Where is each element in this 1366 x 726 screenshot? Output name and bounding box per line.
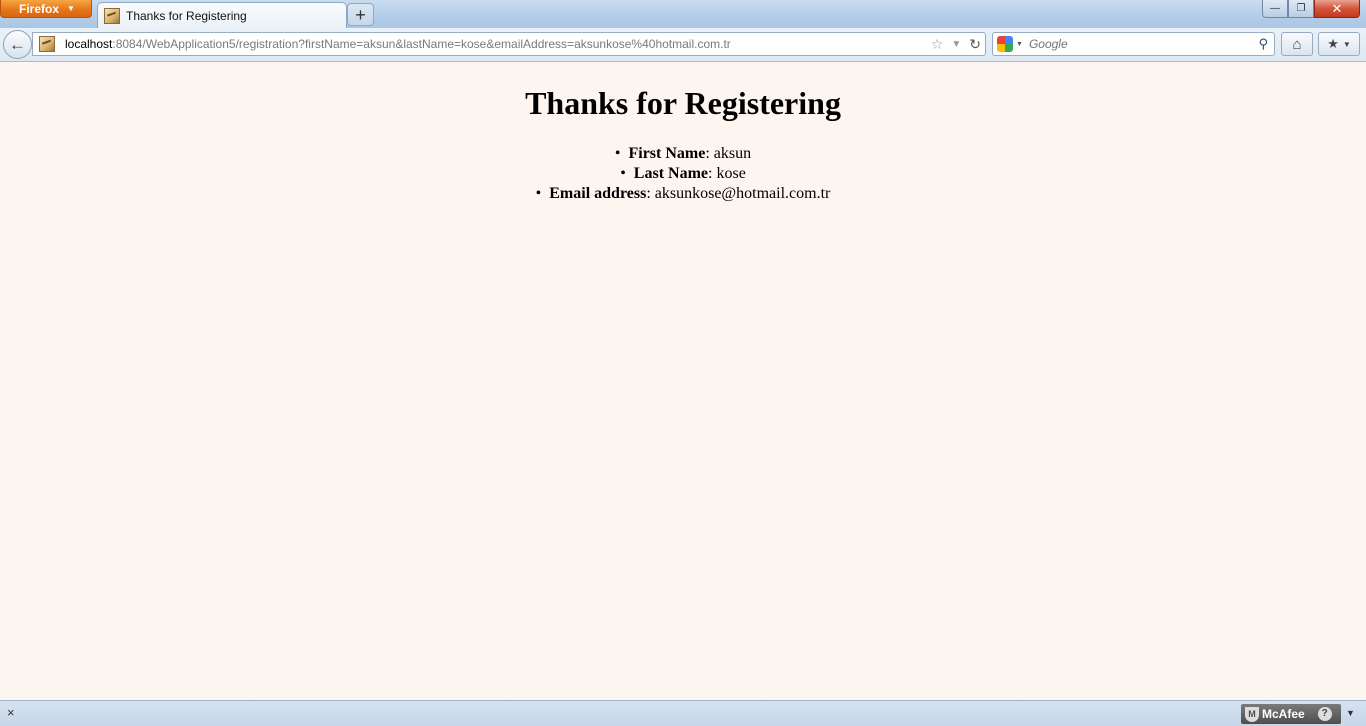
list-item-last-name: Last Name: kose — [0, 164, 1366, 184]
back-button[interactable]: ← — [3, 30, 32, 59]
title-bar: Firefox ▼ Thanks for Registering + — ❐ ✕ — [0, 0, 1366, 28]
close-icon[interactable]: × — [7, 705, 15, 720]
home-button[interactable]: ⌂ — [1281, 32, 1313, 56]
url-bar[interactable]: localhost:8084/WebApplication5/registrat… — [32, 32, 986, 56]
list-item-first-name: First Name: aksun — [0, 144, 1366, 164]
status-bar: × M McAfee ? ▼ — [0, 700, 1366, 726]
search-bar: ▼ ⚲ — [992, 32, 1275, 56]
home-icon: ⌂ — [1292, 35, 1302, 53]
bookmarks-button[interactable]: ★ ▼ — [1318, 32, 1360, 56]
search-engine-dropdown-icon[interactable]: ▼ — [1016, 41, 1023, 48]
mcafee-addon-button[interactable]: M McAfee ? — [1241, 704, 1341, 724]
back-arrow-icon: ← — [9, 34, 26, 54]
chevron-down-icon: ▼ — [1342, 39, 1351, 49]
field-label: First Name — [628, 145, 706, 162]
bookmarks-icon: ★ — [1327, 36, 1339, 51]
help-icon[interactable]: ? — [1317, 707, 1332, 721]
addon-label: McAfee — [1262, 707, 1305, 721]
url-host: localhost — [65, 37, 113, 51]
search-input[interactable] — [1028, 37, 1249, 51]
page-title: Thanks for Registering — [525, 85, 841, 121]
bookmark-star-icon[interactable]: ☆ — [931, 36, 944, 53]
tab-thanks-for-registering[interactable]: Thanks for Registering — [97, 2, 347, 28]
restore-button[interactable]: ❐ — [1288, 0, 1314, 18]
url-path: :8084/WebApplication5/registration?first… — [112, 37, 731, 51]
field-value: : aksun — [705, 145, 752, 162]
page-content: Thanks for Registering First Name: aksun… — [0, 63, 1366, 700]
magnifier-icon[interactable]: ⚲ — [1258, 36, 1268, 52]
shield-icon: M — [1245, 706, 1259, 722]
page-favicon-icon — [104, 7, 120, 24]
field-value: : aksunkose@hotmail.com.tr — [646, 185, 831, 202]
history-dropdown-icon[interactable]: ▼ — [951, 39, 961, 50]
google-logo-icon[interactable] — [997, 36, 1013, 52]
tab-title: Thanks for Registering — [126, 8, 247, 23]
chevron-down-icon: ▼ — [67, 4, 75, 13]
firefox-menu-label: Firefox — [19, 1, 60, 16]
chevron-down-icon[interactable]: ▼ — [1346, 708, 1355, 718]
window-controls: — ❐ ✕ — [1262, 0, 1360, 18]
url-text[interactable]: localhost:8084/WebApplication5/registrat… — [65, 37, 731, 51]
registration-details-list: First Name: aksun Last Name: kose Email … — [0, 144, 1366, 204]
minimize-button[interactable]: — — [1262, 0, 1288, 18]
url-actions: ☆ ▼ ↻ — [931, 35, 981, 53]
field-label: Last Name — [633, 165, 709, 182]
new-tab-button[interactable]: + — [347, 3, 374, 26]
field-label: Email address — [549, 185, 647, 202]
reload-icon[interactable]: ↻ — [969, 36, 981, 53]
navigation-toolbar: ← localhost:8084/WebApplication5/registr… — [0, 28, 1366, 62]
field-value: : kose — [708, 165, 746, 182]
site-identity-icon[interactable] — [39, 36, 55, 52]
firefox-menu-button[interactable]: Firefox ▼ — [0, 0, 92, 18]
close-window-button[interactable]: ✕ — [1314, 0, 1360, 18]
list-item-email: Email address: aksunkose@hotmail.com.tr — [0, 184, 1366, 204]
